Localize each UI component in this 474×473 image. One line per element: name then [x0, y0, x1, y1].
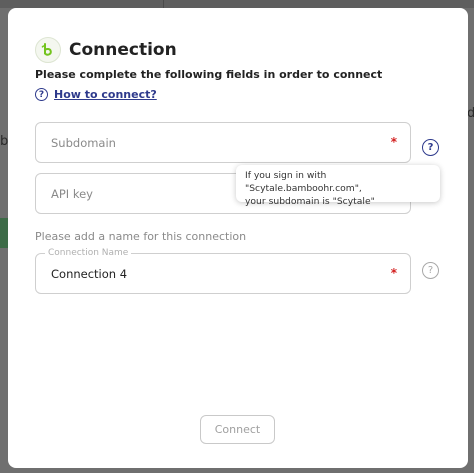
how-to-connect-link[interactable]: ? How to connect?: [35, 88, 157, 101]
subdomain-help-icon[interactable]: ?: [422, 139, 439, 156]
tooltip-line: your subdomain is "Scytale": [245, 196, 375, 207]
connection-modal: Connection Please complete the following…: [8, 8, 468, 468]
connect-button[interactable]: Connect: [200, 415, 275, 444]
required-asterisk: *: [390, 135, 397, 149]
connection-name-value: Connection 4: [51, 267, 128, 281]
subdomain-tooltip: If you sign in with "Scytale.bamboohr.co…: [236, 165, 440, 207]
connection-name-field[interactable]: Connection Name Connection 4 *: [35, 248, 411, 294]
api-key-placeholder: API key: [51, 187, 93, 201]
required-asterisk: *: [390, 266, 397, 280]
connection-name-label: Connection Name: [45, 248, 132, 258]
background-topbar: [0, 0, 474, 8]
modal-subtitle: Please complete the following fields in …: [35, 68, 383, 81]
how-to-connect-label: How to connect?: [54, 88, 157, 101]
background-green-block: [0, 218, 8, 248]
connection-name-prompt: Please add a name for this connection: [35, 230, 247, 243]
modal-title: Connection: [69, 40, 177, 60]
tooltip-line: If you sign in with "Scytale.bamboohr.co…: [245, 170, 362, 194]
subdomain-placeholder: Subdomain: [51, 136, 116, 150]
bamboohr-logo-icon: [35, 37, 61, 63]
subdomain-field[interactable]: Subdomain *: [35, 122, 411, 163]
connection-name-help-icon[interactable]: ?: [422, 262, 439, 279]
modal-header: Connection: [35, 37, 177, 63]
question-icon: ?: [35, 88, 48, 101]
background-divider: [163, 0, 164, 8]
background-text: d: [467, 106, 474, 121]
